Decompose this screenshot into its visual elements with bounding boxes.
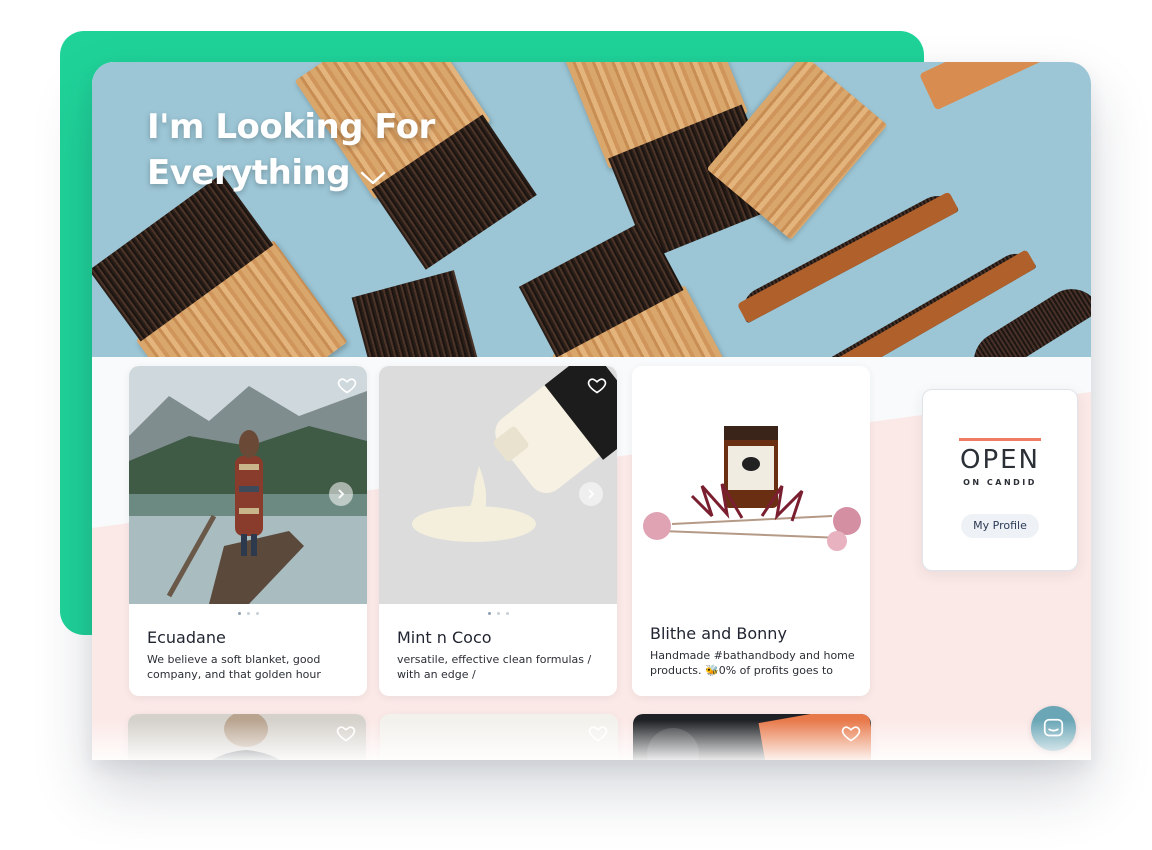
- brand-card[interactable]: [128, 714, 366, 760]
- brand-card[interactable]: [380, 714, 618, 760]
- hero-title: I'm Looking For Everything: [147, 104, 435, 198]
- brand-description: We believe a soft blanket, good company,…: [147, 653, 321, 681]
- category-selector[interactable]: Everything: [147, 153, 351, 193]
- arrow-right-icon[interactable]: [579, 482, 603, 506]
- brush-image: [919, 62, 1045, 111]
- heart-icon[interactable]: [587, 375, 607, 395]
- brush-image: [516, 218, 738, 357]
- my-profile-button[interactable]: My Profile: [961, 514, 1039, 538]
- brand-photo: [380, 714, 618, 760]
- brand-name: Mint n Coco: [397, 628, 492, 647]
- brand-card[interactable]: [633, 714, 871, 760]
- open-on-candid-card: OPEN ON CANDID My Profile: [922, 389, 1078, 571]
- brand-photo: [633, 714, 871, 760]
- brand-photo: [128, 714, 366, 760]
- open-subtitle: ON CANDID: [963, 478, 1037, 487]
- hero-title-line1: I'm Looking For: [147, 107, 435, 147]
- brand-description: Handmade #bathandbody and home products.…: [650, 649, 855, 677]
- chevron-down-icon[interactable]: [360, 152, 386, 198]
- brand-photo: [379, 366, 617, 604]
- chat-icon: [1043, 718, 1064, 737]
- brand-card[interactable]: Mint n Coco versatile, effective clean f…: [379, 366, 617, 696]
- heart-icon[interactable]: [336, 723, 356, 743]
- heart-icon[interactable]: [841, 723, 861, 743]
- brand-card[interactable]: Ecuadane We believe a soft blanket, good…: [129, 366, 367, 696]
- hero-banner: I'm Looking For Everything: [92, 62, 1091, 357]
- chat-button[interactable]: [1031, 706, 1076, 751]
- brand-name: Ecuadane: [147, 628, 226, 647]
- arrow-right-icon[interactable]: [329, 482, 353, 506]
- carousel-dots: [379, 612, 617, 615]
- brand-card[interactable]: Blithe and Bonny Handmade #bathandbody a…: [632, 366, 870, 696]
- open-title: OPEN: [959, 445, 1041, 475]
- brush-image: [92, 172, 348, 357]
- brand-photo: [129, 366, 367, 604]
- brush-image: [350, 270, 485, 357]
- app-window: I'm Looking For Everything Ecuadane We b…: [92, 62, 1091, 760]
- accent-line: [959, 438, 1041, 441]
- heart-icon[interactable]: [588, 723, 608, 743]
- heart-icon[interactable]: [337, 375, 357, 395]
- brand-description: versatile, effective clean formulas / wi…: [397, 653, 592, 681]
- brand-photo: [632, 366, 870, 596]
- carousel-dots: [129, 612, 367, 615]
- brand-name: Blithe and Bonny: [650, 624, 787, 643]
